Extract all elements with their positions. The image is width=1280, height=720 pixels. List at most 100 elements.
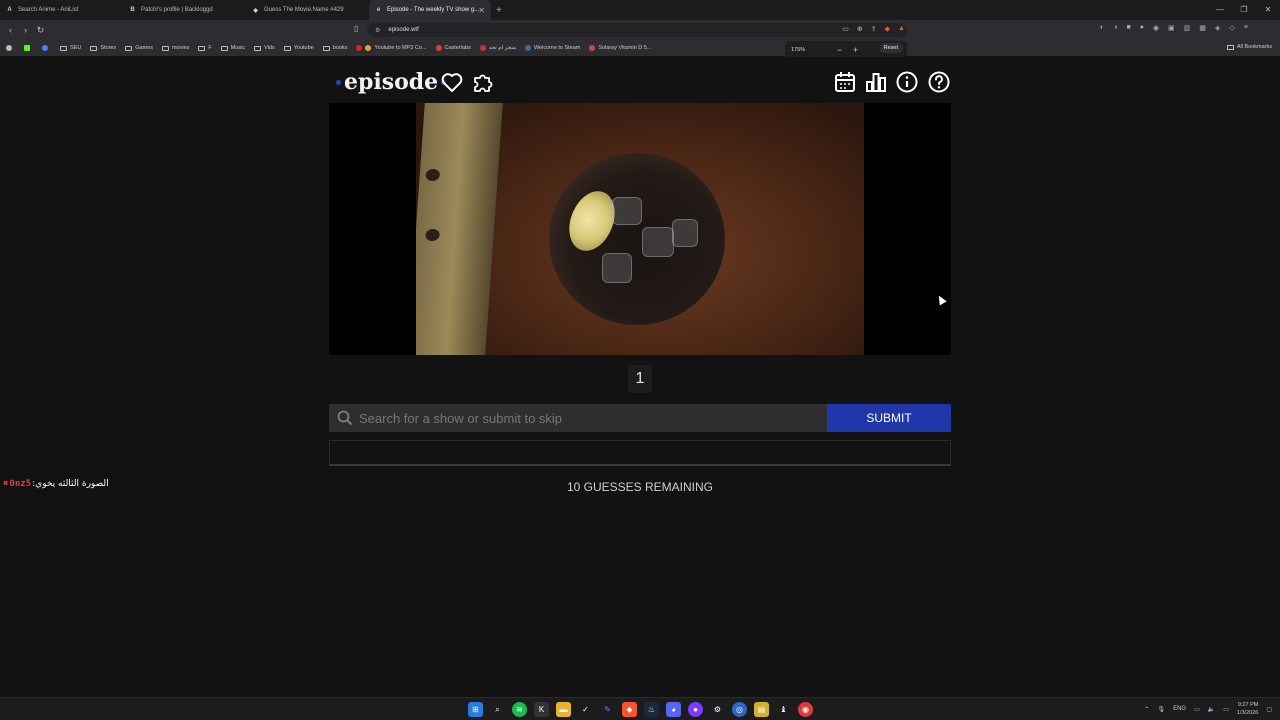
bookmark-solaray[interactable]: Solaray Vitamin D 5... (589, 45, 651, 51)
vpn-icon[interactable]: ◈ (1215, 24, 1220, 32)
language-indicator[interactable]: ENG (1173, 706, 1186, 712)
extension-4-icon[interactable]: ● (1140, 24, 1144, 32)
bookmark-folder-youtube[interactable]: Youtube (283, 45, 314, 51)
extension-3-icon[interactable]: ■ (1126, 24, 1130, 32)
extension-2-icon[interactable]: ◑ (1113, 24, 1117, 32)
zoom-icon[interactable]: ⊕ (857, 25, 863, 33)
sidebar-icon[interactable]: ▥ (1184, 24, 1191, 32)
edge-icon[interactable]: ◎ (732, 702, 747, 717)
address-bar[interactable]: ⚙ episode.wtf ▭ ⊕ ⇪ ◆ ▲ (367, 23, 907, 37)
url-text: episode.wtf (388, 27, 419, 33)
app-ek-icon[interactable]: K (534, 702, 549, 717)
microphone-icon[interactable]: 🎙 (1157, 706, 1165, 713)
logo-dot-left (336, 79, 341, 85)
battery-icon[interactable]: ▭ (1223, 706, 1229, 713)
system-tray: ⌃ 🎙 ENG ▭ 🔈 ▭ 9:27 PM 1/3/2026 ▢ (1144, 701, 1272, 717)
help-icon[interactable] (927, 70, 951, 94)
notifications-icon[interactable]: ▢ (1266, 706, 1272, 713)
bookmark-steam[interactable]: Welcome to Steam (524, 45, 580, 51)
obs-icon[interactable]: ● (688, 702, 703, 717)
bookmark-youtube-mp3[interactable]: Youtube to MP3 Co... (356, 45, 427, 51)
guessmovie-favicon-icon: ◆ (253, 7, 258, 14)
file-explorer-icon[interactable]: ▬ (556, 702, 571, 717)
bookmark-arabic-store[interactable]: متجر ام نجد (479, 45, 516, 51)
tab-guess-the-movie[interactable]: ◆ Guess The Movie.Name #429 (246, 0, 368, 20)
menu-icon[interactable]: ≡ (1244, 24, 1248, 32)
heart-icon[interactable] (440, 70, 464, 94)
episode-favicon-icon: e (376, 7, 381, 13)
bookmark-casterlabs[interactable]: Casterlabs (435, 45, 471, 51)
chess-app-icon[interactable]: ♝ (776, 702, 791, 717)
search-box[interactable] (329, 404, 827, 432)
wooden-plank (416, 103, 503, 355)
bookmark-kick-icon[interactable] (24, 45, 33, 51)
extension-6-icon[interactable]: ▣ (1168, 24, 1175, 32)
search-taskbar-icon[interactable]: ⌕ (490, 702, 505, 717)
clock[interactable]: 9:27 PM 1/3/2026 (1237, 701, 1258, 717)
bookmark-folder-movies[interactable]: movies (161, 45, 189, 51)
bookmark-folder-vids[interactable]: Vids (254, 45, 275, 51)
bookmark-icon[interactable]: ▯ (354, 24, 358, 33)
brave-taskbar-icon[interactable]: ◆ (622, 702, 637, 717)
all-bookmarks-button[interactable]: All Bookmarks (1226, 44, 1272, 50)
notes-app-icon[interactable]: ▤ (754, 702, 769, 717)
close-tab-icon[interactable]: ✕ (478, 6, 485, 15)
taskbar: ⊞ ⌕ ≋ K ▬ ✓ ✎ ◆ ♨ ◕ ● ⚙ ◎ ▤ ♝ ◉ ⌃ 🎙 ENG … (0, 697, 1280, 720)
stats-icon[interactable] (864, 70, 888, 94)
search-input[interactable] (359, 410, 819, 426)
new-tab-button[interactable]: + (496, 5, 502, 16)
calendar-icon[interactable] (833, 70, 857, 94)
bookmark-folder-books[interactable]: books (322, 45, 347, 51)
wallet-icon[interactable]: ▦ (1199, 24, 1206, 32)
reload-button[interactable]: ↻ (33, 25, 48, 36)
bookmark-app-icon[interactable] (42, 45, 51, 51)
tray-overflow-icon[interactable]: ⌃ (1144, 706, 1149, 713)
bookmark-chrome-icon[interactable] (6, 45, 15, 51)
brave-rewards-icon[interactable]: ▲ (898, 25, 905, 33)
chatgpt-icon[interactable]: ⚙ (710, 702, 725, 717)
tab-anilist[interactable]: A Search Anime - AniList (0, 0, 122, 20)
guess-history (329, 440, 951, 466)
anilist-favicon-icon: A (7, 7, 12, 13)
steam-icon[interactable]: ♨ (644, 702, 659, 717)
share-icon[interactable]: ⇪ (871, 25, 877, 33)
brave-shields-icon[interactable]: ◆ (885, 25, 890, 33)
tab-backloggd[interactable]: B Patchi's profile | Backloggd (123, 0, 245, 20)
back-button[interactable]: ‹ (3, 25, 18, 35)
zoom-popup: 175% − + Reset (785, 41, 907, 58)
bookmark-folder-music[interactable]: Music (220, 45, 245, 51)
chat-username: 0nz5 (9, 479, 32, 489)
forward-button[interactable]: › (18, 25, 33, 35)
bookmark-folder-seu[interactable]: SEU (60, 45, 81, 51)
extension-icons: ◐ ◑ ■ ● ◉ ▣ ▥ ▦ ◈ ◇ ≡ (1100, 24, 1248, 32)
submit-button[interactable]: SUBMIT (827, 404, 951, 432)
navigation-bar: ‹ › ↻ ▯ ⚙ episode.wtf ▭ ⊕ ⇪ ◆ ▲ ◐ ◑ ■ ● … (0, 20, 1280, 40)
extension-5-icon[interactable]: ◉ (1153, 24, 1159, 32)
start-icon[interactable]: ⊞ (468, 702, 483, 717)
extension-1-icon[interactable]: ◐ (1100, 24, 1104, 32)
zoom-out-button[interactable]: − (837, 45, 842, 55)
minimize-button[interactable]: — (1208, 0, 1232, 20)
close-window-button[interactable]: ✕ (1256, 0, 1280, 20)
restore-button[interactable]: ❐ (1232, 0, 1256, 20)
info-icon[interactable] (895, 70, 919, 94)
volume-icon[interactable]: 🔈 (1208, 706, 1215, 713)
bookmark-folder-stores[interactable]: Stores (90, 45, 116, 51)
display-icon[interactable]: ▭ (1194, 706, 1200, 713)
shield-icon[interactable]: ◇ (1229, 24, 1234, 32)
check-app-icon[interactable]: ✓ (578, 702, 593, 717)
zoom-reset-button[interactable]: Reset (878, 43, 903, 53)
bookmark-folder-games[interactable]: Games (125, 45, 153, 51)
zoom-in-button[interactable]: + (853, 45, 858, 55)
round-indicator[interactable]: 1 (628, 365, 652, 393)
casterlabs-taskbar-icon[interactable]: ◉ (798, 702, 813, 717)
puzzle-icon[interactable] (471, 70, 495, 94)
site-logo[interactable]: episode (333, 69, 449, 95)
bookmark-folder-f[interactable]: F (198, 45, 212, 51)
tab-episode[interactable]: e Episode - The weekly TV show g... ✕ (369, 0, 491, 20)
spotify-icon[interactable]: ≋ (512, 702, 527, 717)
discord-icon[interactable]: ◕ (666, 702, 681, 717)
site-info-icon[interactable]: ⚙ (375, 27, 380, 34)
cast-icon[interactable]: ▭ (842, 25, 849, 33)
feather-app-icon[interactable]: ✎ (600, 702, 615, 717)
